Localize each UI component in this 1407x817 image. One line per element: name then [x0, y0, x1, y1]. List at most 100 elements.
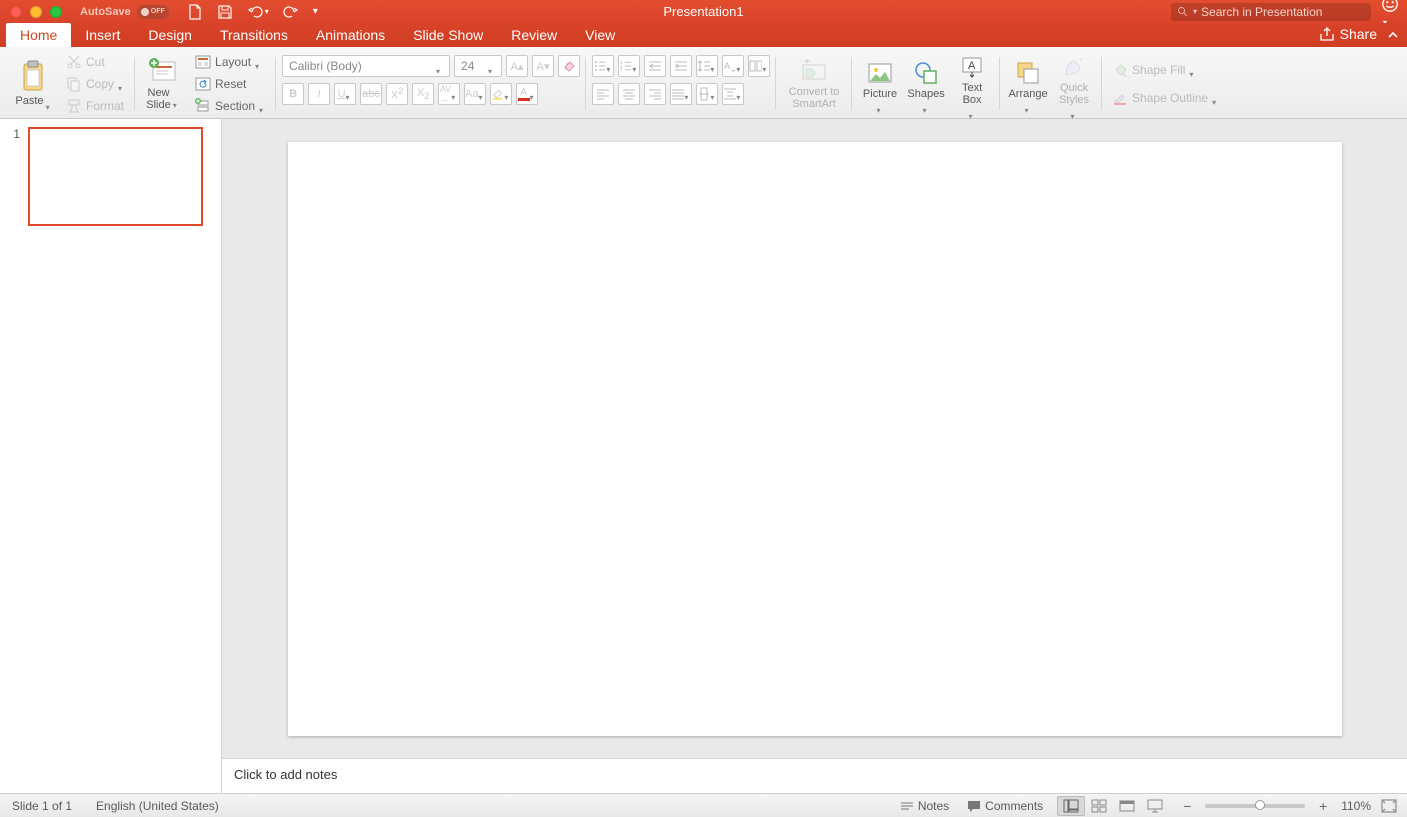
search-input[interactable]: ▾ Search in Presentation [1171, 3, 1371, 21]
autosave-state: OFF [151, 8, 165, 15]
align-left-button[interactable] [592, 83, 614, 105]
maximize-window[interactable] [50, 6, 62, 18]
arrange-button[interactable]: Arrange [1006, 57, 1050, 110]
layout-button[interactable]: Layout [191, 52, 270, 72]
align-right-button[interactable] [644, 83, 666, 105]
autosave-toggle[interactable]: AutoSave OFF [80, 5, 169, 19]
close-window[interactable] [10, 6, 22, 18]
justify-button[interactable] [670, 83, 692, 105]
strike-icon: abc [362, 88, 380, 100]
reset-button[interactable]: Reset [191, 74, 270, 94]
highlight-button[interactable] [490, 83, 512, 105]
minimize-window[interactable] [30, 6, 42, 18]
cut-button[interactable]: Cut [62, 52, 129, 72]
slide-canvas[interactable] [288, 142, 1342, 736]
decrease-indent-button[interactable] [644, 55, 666, 77]
thumbnail-slide-1[interactable] [28, 127, 203, 226]
font-color-button[interactable]: A [516, 83, 538, 105]
shapes-icon [912, 59, 940, 87]
paste-button[interactable]: Paste [12, 58, 56, 109]
superscript-button[interactable]: X2 [386, 83, 408, 105]
comments-toggle[interactable]: Comments [963, 796, 1047, 816]
tab-slide-show[interactable]: Slide Show [399, 23, 497, 47]
zoom-slider[interactable] [1205, 804, 1305, 808]
quick-styles-button[interactable]: Quick Styles [1052, 51, 1096, 116]
zoom-level[interactable]: 110% [1341, 799, 1371, 813]
convert-smartart-button[interactable]: Convert to SmartArt [782, 51, 846, 116]
qat-customize-icon[interactable]: ▾ [313, 6, 318, 17]
shapes-button[interactable]: Shapes [904, 57, 948, 110]
notes-icon [900, 799, 914, 813]
section-button[interactable]: Section [191, 96, 270, 116]
undo-icon[interactable]: ▾ [247, 4, 269, 20]
save-icon[interactable] [217, 4, 233, 20]
tab-transitions[interactable]: Transitions [206, 23, 302, 47]
notes-toggle[interactable]: Notes [896, 796, 953, 816]
reading-view-button[interactable] [1113, 796, 1141, 816]
format-painter-button[interactable]: Format [62, 96, 129, 116]
distribute-button[interactable] [722, 83, 744, 105]
thumbnail-panel[interactable]: 1 [0, 119, 222, 793]
underline-button[interactable]: U [334, 83, 356, 105]
share-button[interactable]: Share [1319, 26, 1377, 42]
zoom-in-button[interactable]: + [1315, 798, 1331, 814]
file-icon[interactable] [187, 4, 203, 20]
text-direction-button[interactable]: A [722, 55, 744, 77]
char-spacing-button[interactable]: AV↔ [438, 83, 460, 105]
layout-icon [195, 54, 211, 70]
numbering-icon: 123 [619, 59, 632, 73]
thumbnail-row[interactable]: 1 [10, 127, 211, 226]
font-size-select[interactable]: 24 [454, 55, 502, 77]
align-center-button[interactable] [618, 83, 640, 105]
slideshow-view-button[interactable] [1141, 796, 1169, 816]
slide-info[interactable]: Slide 1 of 1 [12, 799, 72, 813]
redo-icon[interactable] [283, 4, 299, 20]
bold-button[interactable]: B [282, 83, 304, 105]
increase-font-icon: A▴ [511, 60, 524, 73]
autosave-switch[interactable]: OFF [137, 5, 169, 19]
normal-view-button[interactable] [1057, 796, 1085, 816]
tab-design[interactable]: Design [134, 23, 206, 47]
language-status[interactable]: English (United States) [96, 799, 219, 813]
columns-button[interactable] [748, 55, 770, 77]
strikethrough-button[interactable]: abc [360, 83, 382, 105]
tab-insert[interactable]: Insert [71, 23, 134, 47]
tab-view[interactable]: View [571, 23, 629, 47]
numbering-button[interactable]: 123 [618, 55, 640, 77]
increase-font-button[interactable]: A▴ [506, 55, 528, 77]
clear-format-icon: A [562, 59, 576, 73]
titlebar: AutoSave OFF ▾ ▾ Presentation1 ▾ Search … [0, 0, 1407, 23]
autosave-label: AutoSave [80, 6, 131, 18]
canvas-area[interactable] [222, 119, 1407, 758]
copy-button[interactable]: Copy [62, 74, 129, 94]
fit-to-window-button[interactable] [1381, 799, 1397, 813]
line-spacing-icon [697, 59, 710, 73]
collapse-ribbon-icon[interactable] [1387, 29, 1399, 41]
font-name-select[interactable]: Calibri (Body) [282, 55, 450, 77]
new-slide-button[interactable]: New Slide [141, 54, 185, 113]
decrease-font-button[interactable]: A▾ [532, 55, 554, 77]
textbox-button[interactable]: A Text Box [950, 51, 994, 116]
align-vertical-button[interactable] [696, 83, 718, 105]
slideshow-view-icon [1147, 799, 1163, 813]
sorter-view-button[interactable] [1085, 796, 1113, 816]
notes-pane[interactable]: Click to add notes [222, 758, 1407, 793]
picture-button[interactable]: Picture [858, 57, 902, 110]
document-title: Presentation1 [663, 4, 743, 19]
shape-fill-button[interactable]: Shape Fill [1108, 60, 1223, 80]
italic-button[interactable]: I [308, 83, 330, 105]
increase-indent-button[interactable] [670, 55, 692, 77]
zoom-out-button[interactable]: − [1179, 798, 1195, 814]
zoom-knob[interactable] [1255, 800, 1265, 810]
bullets-button[interactable] [592, 55, 614, 77]
tab-animations[interactable]: Animations [302, 23, 399, 47]
shape-outline-button[interactable]: Shape Outline [1108, 88, 1223, 108]
clear-formatting-button[interactable]: A [558, 55, 580, 77]
tab-review[interactable]: Review [497, 23, 571, 47]
tab-home[interactable]: Home [6, 23, 71, 47]
line-spacing-button[interactable] [696, 55, 718, 77]
shape-outline-icon [1112, 90, 1128, 106]
change-case-button[interactable]: Aa [464, 83, 486, 105]
section-icon [195, 98, 211, 114]
subscript-button[interactable]: X2 [412, 83, 434, 105]
